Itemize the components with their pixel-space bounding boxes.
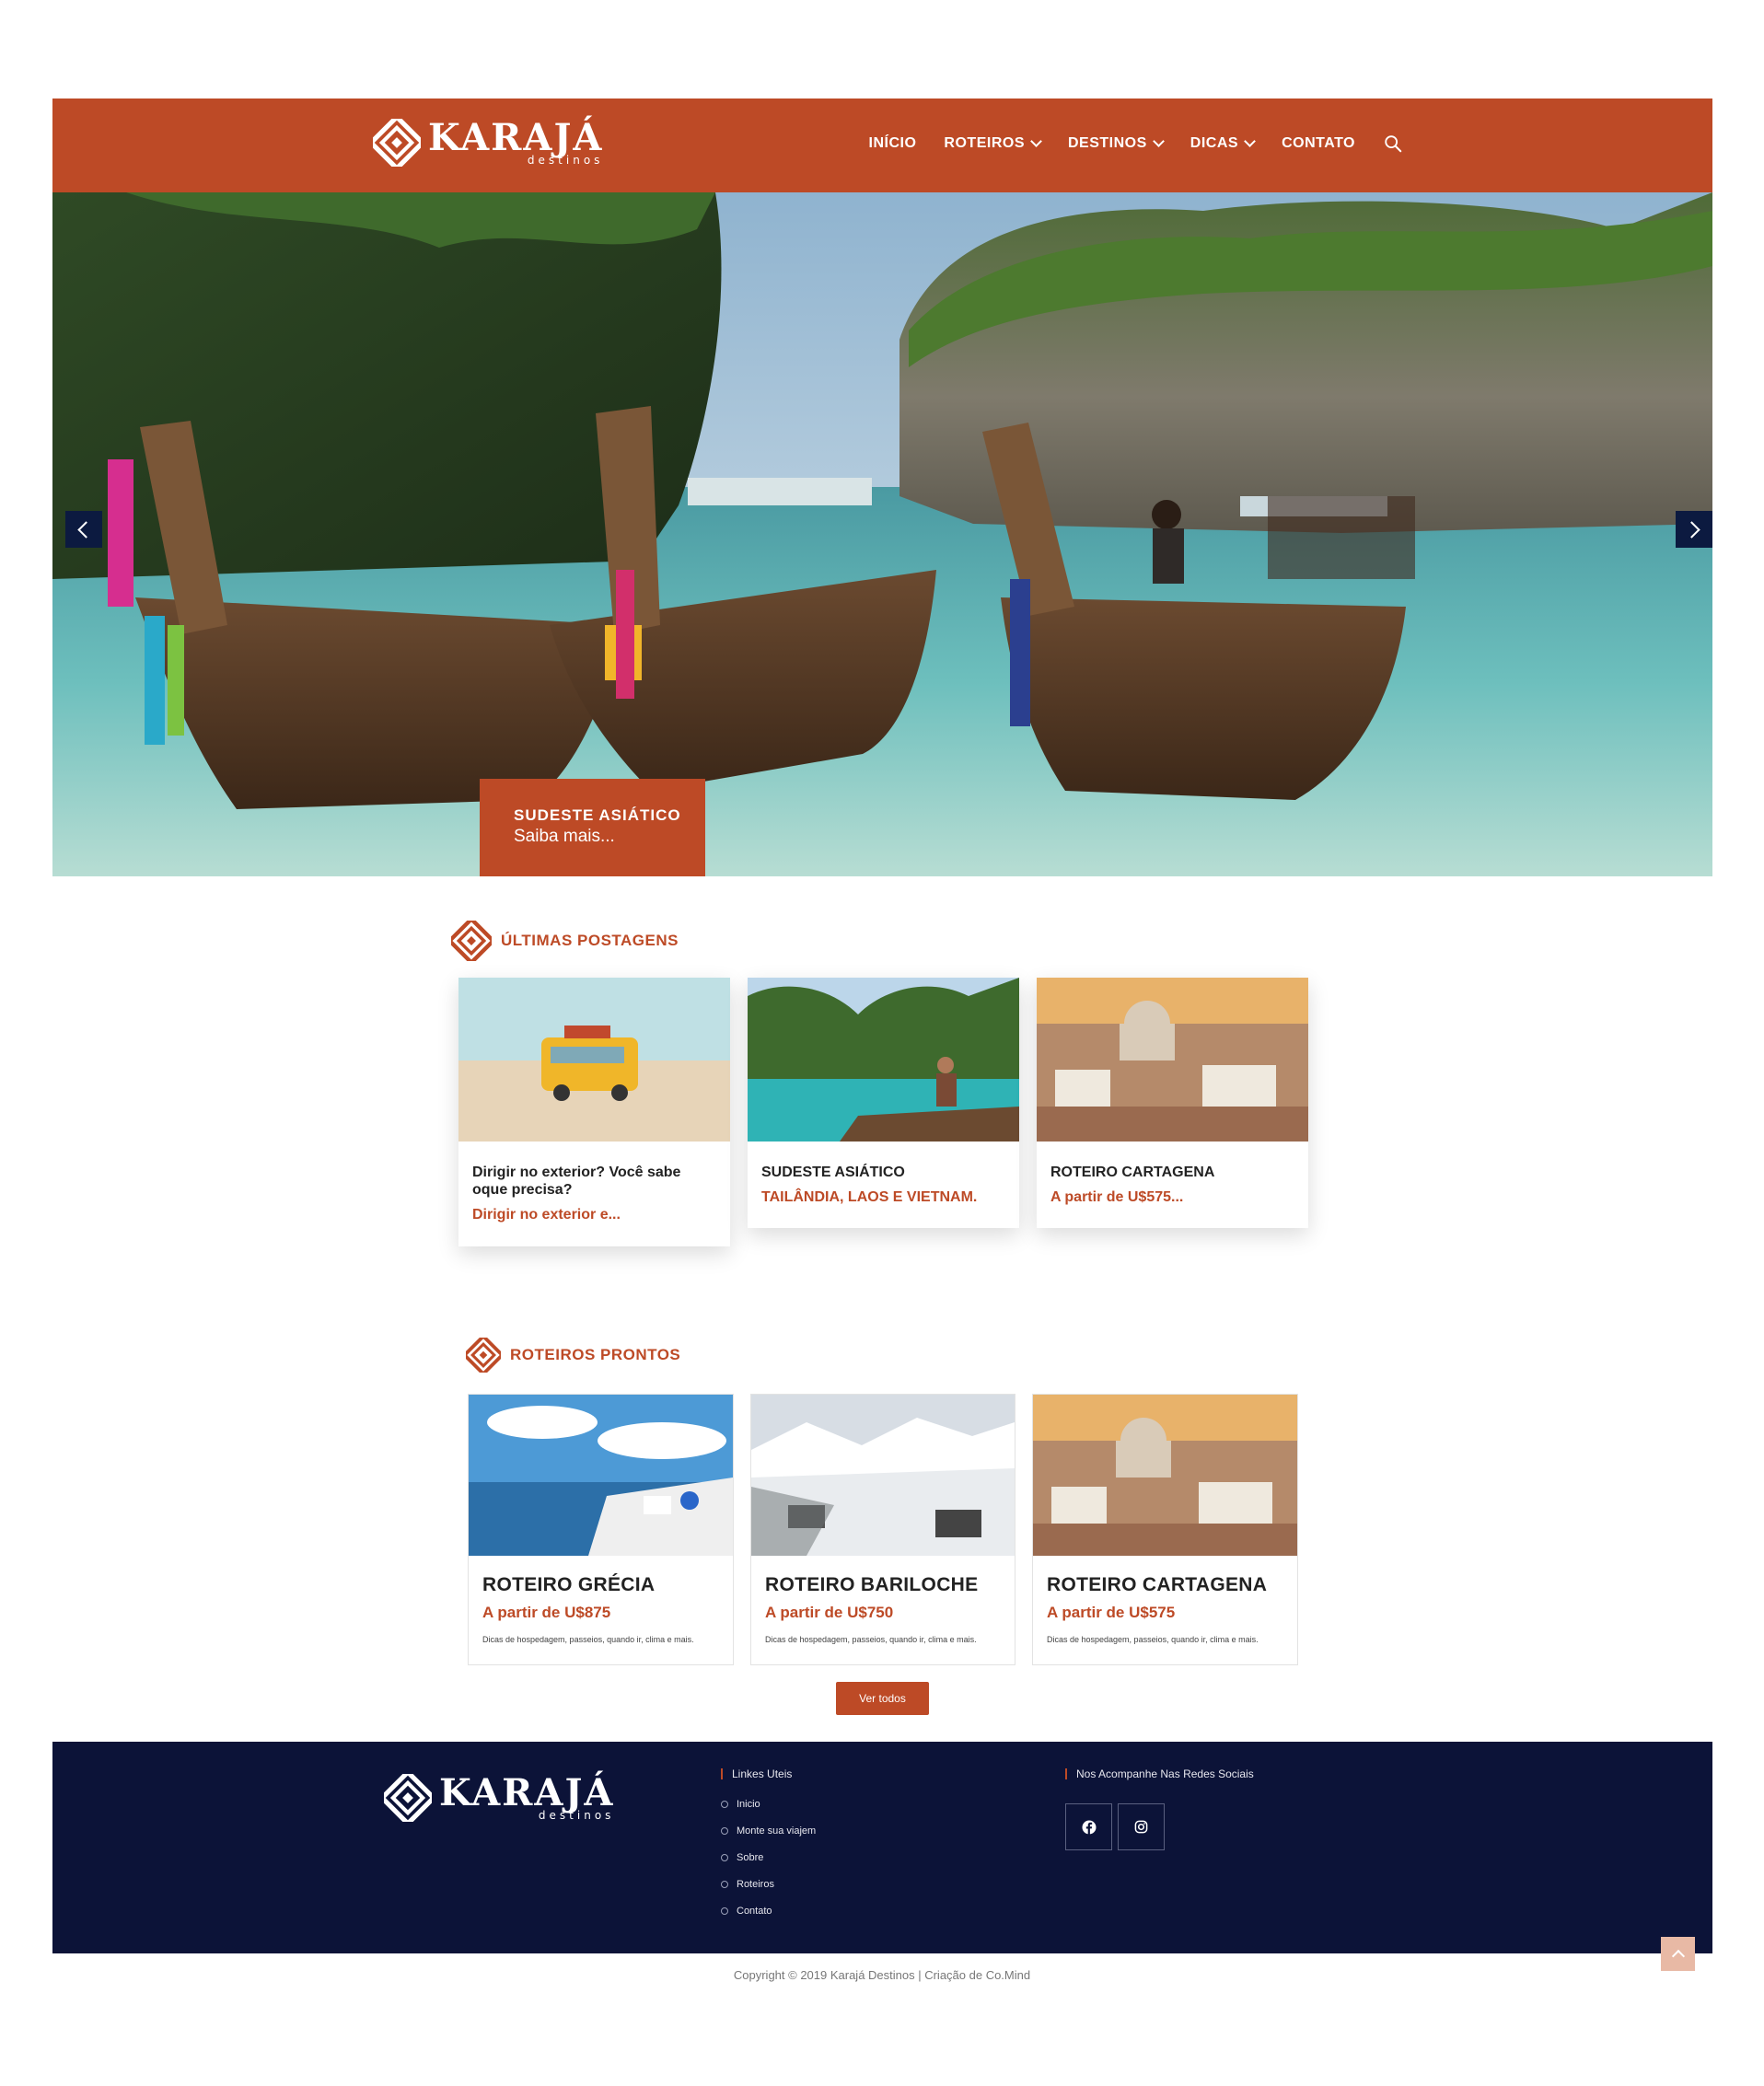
latest-posts-heading: ÚLTIMAS POSTAGENS bbox=[451, 921, 679, 961]
circle-bullet-icon bbox=[721, 1906, 728, 1915]
footer-links-heading: Linkes Uteis bbox=[721, 1767, 816, 1780]
logo-diamond-icon bbox=[373, 119, 421, 167]
chevron-down-icon bbox=[1030, 135, 1042, 147]
itinerary-card[interactable]: ROTEIRO BARILOCHE A partir de U$750 Dica… bbox=[750, 1394, 1015, 1665]
useful-links: Linkes Uteis Inicio Monte sua viajem Sob… bbox=[721, 1767, 816, 1924]
footer-link-sobre[interactable]: Sobre bbox=[721, 1844, 816, 1871]
footer-link-roteiros[interactable]: Roteiros bbox=[721, 1871, 816, 1897]
nav-item-destinos[interactable]: DESTINOS bbox=[1067, 135, 1165, 152]
brand-name: KARAJÁ bbox=[428, 116, 604, 159]
site-footer: KARAJÁ destinos Linkes Uteis Inicio Mont… bbox=[52, 1742, 1712, 1953]
brand-name: KARAJÁ bbox=[439, 1771, 615, 1814]
hero-cta-title: SUDESTE ASIÁTICO bbox=[514, 806, 681, 824]
main-nav: INÍCIO ROTEIROS DESTINOS DICAS CONTATO bbox=[869, 133, 1403, 154]
footer-link-inicio[interactable]: Inicio bbox=[721, 1790, 816, 1817]
circle-bullet-icon bbox=[721, 1826, 728, 1835]
itinerary-image bbox=[469, 1395, 733, 1556]
itinerary-title: ROTEIRO CARTAGENA bbox=[1047, 1574, 1268, 1595]
post-subtitle: Dirigir no exterior e... bbox=[472, 1207, 621, 1223]
footer-link-label: Sobre bbox=[737, 1851, 764, 1863]
footer-links-list: Inicio Monte sua viajem Sobre Roteiros C… bbox=[721, 1790, 816, 1924]
nav-item-inicio[interactable]: INÍCIO bbox=[869, 135, 917, 152]
footer-link-monte[interactable]: Monte sua viajem bbox=[721, 1817, 816, 1844]
post-image bbox=[458, 978, 730, 1142]
nav-label: INÍCIO bbox=[868, 135, 917, 151]
circle-bullet-icon bbox=[721, 1853, 728, 1861]
post-subtitle: A partir de U$575... bbox=[1050, 1189, 1184, 1205]
nav-item-contato[interactable]: CONTATO bbox=[1282, 135, 1355, 152]
instagram-button[interactable] bbox=[1118, 1803, 1165, 1850]
post-image bbox=[748, 978, 1019, 1142]
facebook-button[interactable] bbox=[1065, 1803, 1112, 1850]
chevron-up-icon bbox=[1671, 1949, 1685, 1963]
footer-link-label: Contato bbox=[737, 1905, 772, 1917]
search-icon[interactable] bbox=[1383, 133, 1403, 154]
chevron-right-icon bbox=[1683, 520, 1700, 539]
post-card[interactable]: SUDESTE ASIÁTICO TAILÂNDIA, LAOS E VIETN… bbox=[748, 978, 1019, 1228]
footer-social-title: Nos Acompanhe Nas Redes Sociais bbox=[1076, 1767, 1254, 1780]
hero-cta-box[interactable]: SUDESTE ASIÁTICO Saiba mais... bbox=[480, 779, 705, 876]
itinerary-description: Dicas de hospedagem, passeios, quando ir… bbox=[482, 1635, 694, 1644]
itinerary-price: A partir de U$575 bbox=[1047, 1604, 1176, 1621]
nav-label: ROTEIROS bbox=[944, 135, 1025, 151]
itinerary-price: A partir de U$750 bbox=[765, 1604, 894, 1621]
section-title: ÚLTIMAS POSTAGENS bbox=[501, 932, 679, 949]
nav-item-dicas[interactable]: DICAS bbox=[1190, 135, 1256, 152]
itineraries-heading: ROTEIROS PRONTOS bbox=[466, 1338, 680, 1373]
section-title: ROTEIROS PRONTOS bbox=[510, 1346, 681, 1363]
social-buttons bbox=[1065, 1803, 1254, 1850]
logo-diamond-icon bbox=[384, 1774, 432, 1822]
itinerary-title: ROTEIRO GRÉCIA bbox=[482, 1574, 656, 1595]
facebook-icon bbox=[1082, 1820, 1096, 1835]
footer-logo[interactable]: KARAJÁ destinos bbox=[384, 1774, 614, 1822]
post-title: Dirigir no exterior? Você sabe oque prec… bbox=[472, 1165, 681, 1198]
nav-label: CONTATO bbox=[1282, 135, 1355, 151]
chevron-down-icon bbox=[1244, 135, 1256, 147]
nav-label: DESTINOS bbox=[1067, 135, 1147, 151]
site-header: KARAJÁ destinos INÍCIO ROTEIROS DESTINOS… bbox=[52, 99, 1712, 192]
slider-prev-button[interactable] bbox=[65, 511, 102, 548]
heading-accent-bar bbox=[721, 1768, 723, 1779]
chevron-down-icon bbox=[1152, 135, 1165, 147]
footer-link-label: Roteiros bbox=[737, 1878, 774, 1890]
heading-accent-bar bbox=[1065, 1768, 1067, 1779]
hero-image bbox=[52, 192, 1712, 876]
instagram-icon bbox=[1134, 1820, 1148, 1834]
itinerary-card[interactable]: ROTEIRO CARTAGENA A partir de U$575 Dica… bbox=[1032, 1394, 1298, 1665]
itinerary-card[interactable]: ROTEIRO GRÉCIA A partir de U$875 Dicas d… bbox=[468, 1394, 734, 1665]
nav-label: DICAS bbox=[1190, 135, 1239, 151]
back-to-top-button[interactable] bbox=[1661, 1937, 1695, 1971]
footer-link-label: Monte sua viajem bbox=[737, 1825, 817, 1837]
itinerary-price: A partir de U$875 bbox=[482, 1604, 611, 1621]
footer-social-heading: Nos Acompanhe Nas Redes Sociais bbox=[1065, 1767, 1254, 1780]
header-logo[interactable]: KARAJÁ destinos bbox=[373, 119, 603, 167]
itinerary-title: ROTEIRO BARILOCHE bbox=[765, 1574, 979, 1595]
itinerary-description: Dicas de hospedagem, passeios, quando ir… bbox=[1047, 1635, 1259, 1644]
section-diamond-icon bbox=[451, 921, 492, 961]
footer-link-label: Inicio bbox=[737, 1798, 760, 1810]
view-all-button[interactable]: Ver todos bbox=[836, 1682, 929, 1715]
itinerary-image bbox=[1033, 1395, 1297, 1556]
post-title: SUDESTE ASIÁTICO bbox=[761, 1165, 905, 1180]
nav-item-roteiros[interactable]: ROTEIROS bbox=[944, 135, 1042, 152]
footer-link-contato[interactable]: Contato bbox=[721, 1897, 816, 1924]
chevron-left-icon bbox=[77, 520, 95, 539]
social-section: Nos Acompanhe Nas Redes Sociais bbox=[1065, 1767, 1254, 1850]
slider-next-button[interactable] bbox=[1676, 511, 1712, 548]
footer-links-title: Linkes Uteis bbox=[732, 1767, 793, 1780]
post-image bbox=[1037, 978, 1308, 1142]
post-card[interactable]: Dirigir no exterior? Você sabe oque prec… bbox=[458, 978, 730, 1246]
section-diamond-icon bbox=[466, 1338, 501, 1373]
circle-bullet-icon bbox=[721, 1880, 728, 1888]
post-card[interactable]: ROTEIRO CARTAGENA A partir de U$575... bbox=[1037, 978, 1308, 1228]
hero-cta-link[interactable]: Saiba mais... bbox=[514, 827, 705, 847]
post-subtitle: TAILÂNDIA, LAOS E VIETNAM. bbox=[761, 1189, 978, 1205]
hero-slider: SUDESTE ASIÁTICO Saiba mais... bbox=[52, 192, 1712, 876]
copyright-text: Copyright © 2019 Karajá Destinos | Criaç… bbox=[733, 1968, 1031, 1982]
circle-bullet-icon bbox=[721, 1800, 728, 1808]
post-title: ROTEIRO CARTAGENA bbox=[1050, 1165, 1215, 1180]
itinerary-image bbox=[751, 1395, 1015, 1556]
itinerary-description: Dicas de hospedagem, passeios, quando ir… bbox=[765, 1635, 977, 1644]
